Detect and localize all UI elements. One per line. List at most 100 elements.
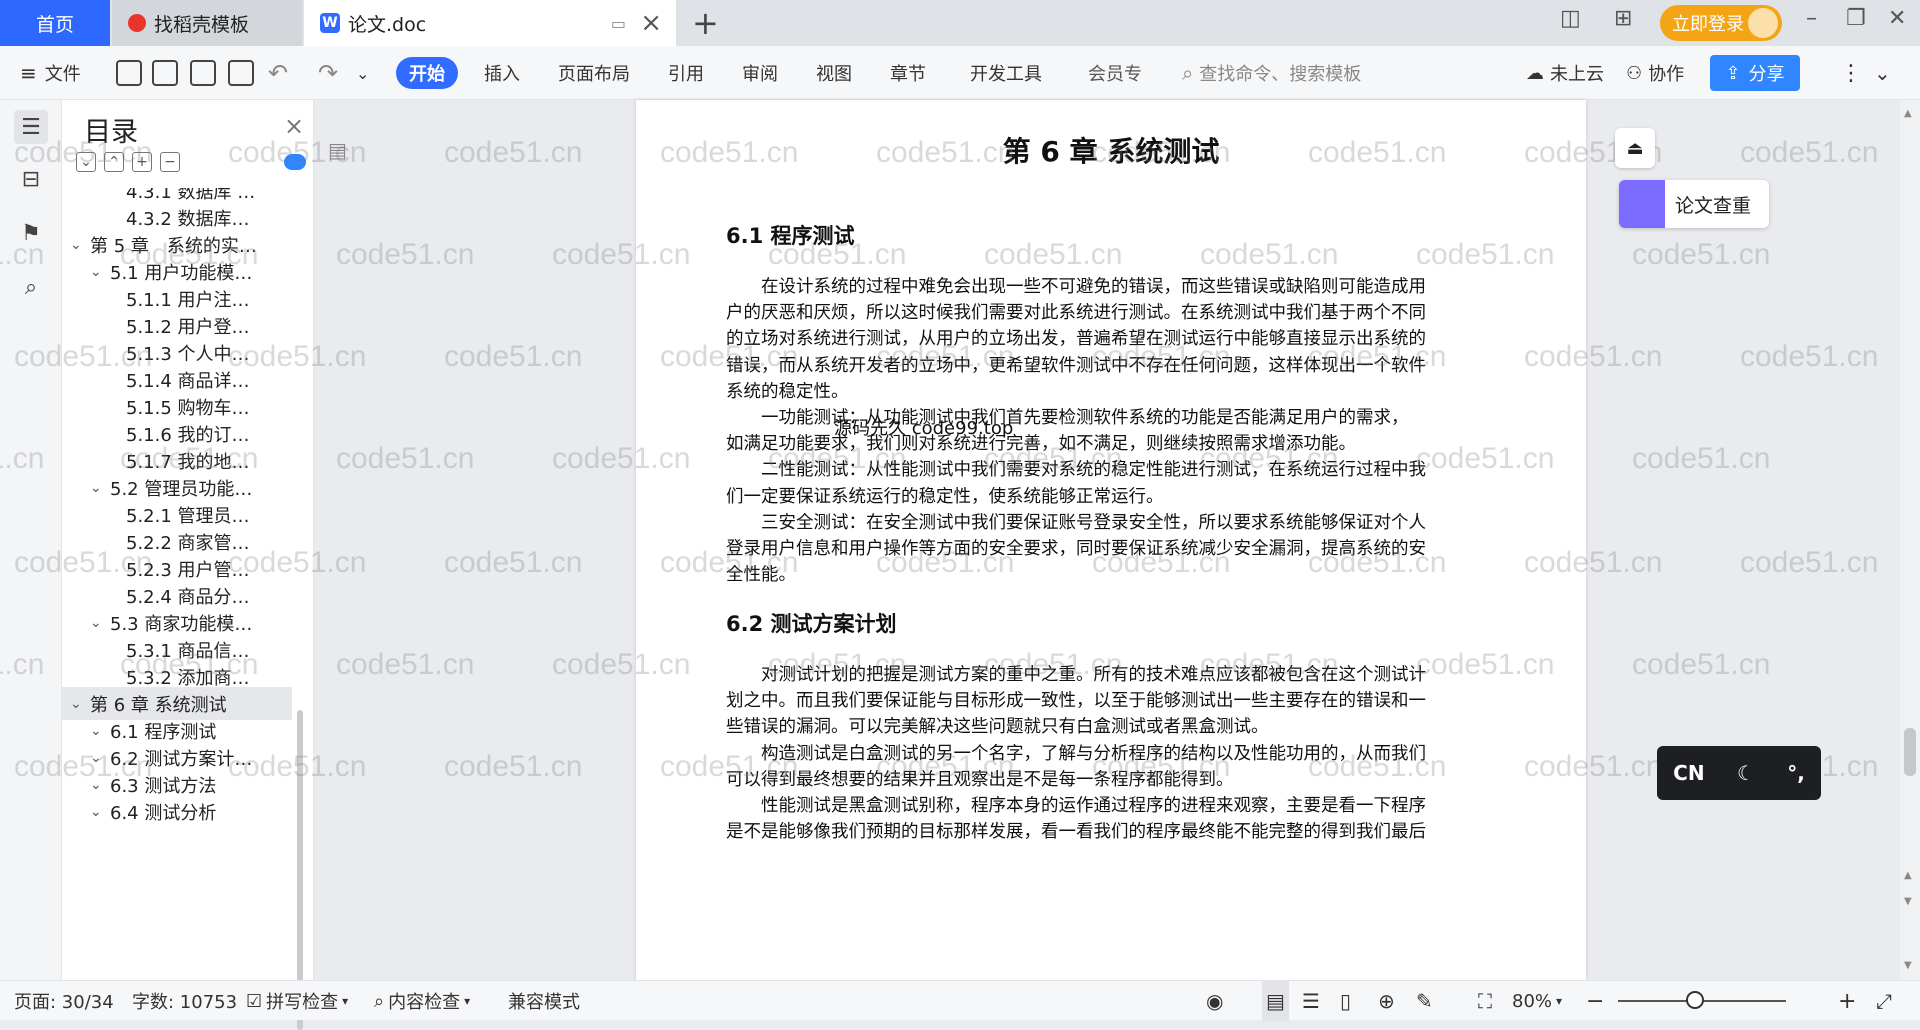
chevron-down-icon[interactable]: ⌄ — [90, 723, 110, 739]
chevron-down-icon[interactable]: ⌄ — [70, 237, 90, 253]
remove-heading-icon[interactable]: − — [160, 152, 180, 172]
close-window-icon[interactable]: ✕ — [1888, 6, 1906, 31]
save-button[interactable] — [116, 46, 142, 100]
next-page-icon[interactable]: ▼ — [1904, 896, 1912, 907]
menu-developer[interactable]: 开发工具 — [970, 46, 1042, 100]
collapse-ribbon-button[interactable]: ⌄ — [1874, 46, 1891, 100]
prev-page-icon[interactable]: ▲ — [1904, 870, 1912, 881]
chevron-down-icon[interactable]: ⌄ — [90, 615, 110, 631]
input-method-widget[interactable]: CN ☾ °, — [1657, 746, 1821, 800]
monitor-icon[interactable]: ▭ — [611, 14, 626, 33]
page-view-button[interactable]: ▤ — [1262, 981, 1289, 1021]
apps-grid-icon[interactable]: ⊞ — [1614, 6, 1632, 31]
reading-view-button[interactable]: ▯ — [1340, 981, 1351, 1021]
toc-item-label: 5.3.1 商品信… — [126, 640, 250, 662]
page-menu-icon[interactable]: ▤ — [328, 138, 347, 162]
close-tab-icon[interactable]: × — [640, 8, 662, 38]
tab-document[interactable]: W 论文.doc ▭ × — [304, 0, 676, 46]
toc-panel-button[interactable]: ☰ — [14, 110, 48, 144]
content-check-label: 内容检查 — [388, 992, 461, 1013]
toc-item[interactable]: ⌄ 6.4 测试分析 — [62, 795, 292, 828]
thesis-check-label: 论文查重 — [1675, 194, 1752, 217]
chapter-nav-button[interactable]: ⊟ — [14, 162, 48, 196]
ai-assistant-icon[interactable] — [284, 154, 306, 170]
document-page[interactable]: 第 6 章 系统测试 6.1 程序测试 在设计系统的过程中难免会出现一些不可避免… — [636, 100, 1586, 980]
new-tab-icon[interactable]: + — [692, 4, 719, 42]
tab-home[interactable]: 首页 — [0, 0, 110, 46]
write-mode-button[interactable]: ✎ — [1416, 981, 1433, 1021]
collaborate-button[interactable]: ⚇ 协作 — [1626, 46, 1684, 100]
text-line: 们一定要保证系统运行的稳定性，使系统能够正常运行。 — [726, 486, 1164, 507]
chevron-down-icon[interactable]: ⌄ — [70, 696, 90, 712]
toc-item-label: 6.1 程序测试 — [110, 721, 217, 743]
content-check-button[interactable]: ⌕ 内容检查 ▾ — [374, 981, 470, 1021]
tab-template[interactable]: 找稻壳模板 — [112, 0, 302, 46]
menu-view[interactable]: 视图 — [816, 46, 852, 100]
more-button[interactable]: ⋮ — [1840, 46, 1862, 100]
menu-review[interactable]: 审阅 — [742, 46, 778, 100]
menu-references[interactable]: 引用 — [668, 46, 704, 100]
menu-member[interactable]: 会员专 — [1088, 46, 1142, 100]
tab-template-label: 找稻壳模板 — [154, 13, 250, 36]
close-icon[interactable]: × — [284, 112, 304, 140]
page-indicator[interactable]: 页面: 30/34 — [14, 981, 114, 1021]
restore-icon[interactable]: ❐ — [1846, 6, 1866, 31]
thesis-check-button[interactable]: 论文查重 — [1619, 180, 1769, 228]
print-button[interactable] — [190, 46, 216, 100]
menu-references-label: 引用 — [668, 64, 704, 85]
zoom-out-button[interactable]: − — [1586, 981, 1604, 1021]
spell-check-button[interactable]: ☑ 拼写检查 ▾ — [246, 981, 348, 1021]
eye-protection-button[interactable]: ◉ — [1206, 981, 1223, 1021]
chevron-down-icon[interactable]: ⌄ — [90, 804, 110, 820]
collaborate-label: 协作 — [1648, 64, 1685, 85]
punctuation-icon[interactable]: °, — [1787, 761, 1805, 785]
menu-section[interactable]: 章节 — [890, 46, 926, 100]
redo-button[interactable]: ↷ — [318, 46, 338, 100]
word-count-label: 字数: 10753 — [132, 992, 238, 1013]
bookmark-button[interactable]: ⚑ — [14, 216, 48, 250]
menu-view-label: 视图 — [816, 64, 852, 85]
chevron-down-icon[interactable]: ⌄ — [90, 777, 110, 793]
quick-access-dropdown[interactable]: ⌄ — [356, 46, 369, 100]
share-button[interactable]: ⇪ 分享 — [1710, 55, 1800, 91]
command-search[interactable]: ⌕ 查找命令、搜索模板 — [1182, 46, 1361, 100]
vertical-scroll-thumb[interactable] — [1904, 728, 1916, 776]
minimize-icon[interactable]: – — [1806, 6, 1817, 31]
undo-button[interactable]: ↶ — [268, 46, 288, 100]
share-icon: ⇪ — [1725, 62, 1741, 84]
word-count[interactable]: 字数: 10753 — [132, 981, 237, 1021]
menu-page-layout[interactable]: 页面布局 — [558, 46, 630, 100]
find-button[interactable]: ⌕ — [14, 270, 48, 304]
hamburger-icon: ≡ — [20, 61, 37, 85]
chevron-down-icon[interactable]: ⌄ — [90, 750, 110, 766]
collapse-all-icon[interactable]: ⌄ — [76, 152, 96, 172]
file-menu[interactable]: ≡ 文件 — [20, 46, 81, 100]
zoom-dropdown[interactable]: 80% ▾ — [1512, 981, 1562, 1021]
scroll-down-icon[interactable]: ▼ — [1904, 960, 1912, 971]
vertical-scrollbar[interactable]: ▲ ▲ ▼ ▼ — [1900, 100, 1920, 980]
more-icon: ⋮ — [1840, 60, 1862, 86]
expand-up-icon[interactable]: ⌃ — [104, 152, 124, 172]
login-button[interactable]: 立即登录 — [1660, 5, 1782, 41]
outline-view-button[interactable]: ☰ — [1302, 981, 1320, 1021]
toc-item-label: 5.2 管理员功能… — [110, 478, 253, 500]
scroll-up-icon[interactable]: ▲ — [1904, 108, 1912, 119]
chevron-down-icon[interactable]: ⌄ — [90, 480, 110, 496]
chevron-down-icon[interactable]: ⌄ — [90, 264, 110, 280]
web-view-button[interactable]: ⊕ — [1378, 981, 1395, 1021]
zoom-in-button[interactable]: + — [1838, 981, 1856, 1021]
print-preview-button[interactable] — [228, 46, 254, 100]
fullscreen-button[interactable]: ⤢ — [1876, 981, 1892, 1021]
globe-icon: ⊕ — [1378, 989, 1395, 1013]
add-heading-icon[interactable]: + — [132, 152, 152, 172]
menu-start[interactable]: 开始 — [396, 57, 458, 89]
toc-item-label: 6.3 测试方法 — [110, 775, 217, 797]
layout-icon[interactable]: ◫ — [1560, 6, 1581, 31]
export-button[interactable] — [152, 46, 178, 100]
fit-page-button[interactable]: ⛶ — [1478, 981, 1492, 1021]
zoom-slider-handle[interactable] — [1686, 991, 1704, 1009]
cloud-status[interactable]: ☁ 未上云 — [1526, 46, 1604, 100]
moon-icon[interactable]: ☾ — [1737, 761, 1755, 785]
collapse-panel-button[interactable]: ⏏ — [1615, 128, 1655, 168]
menu-insert[interactable]: 插入 — [484, 46, 520, 100]
